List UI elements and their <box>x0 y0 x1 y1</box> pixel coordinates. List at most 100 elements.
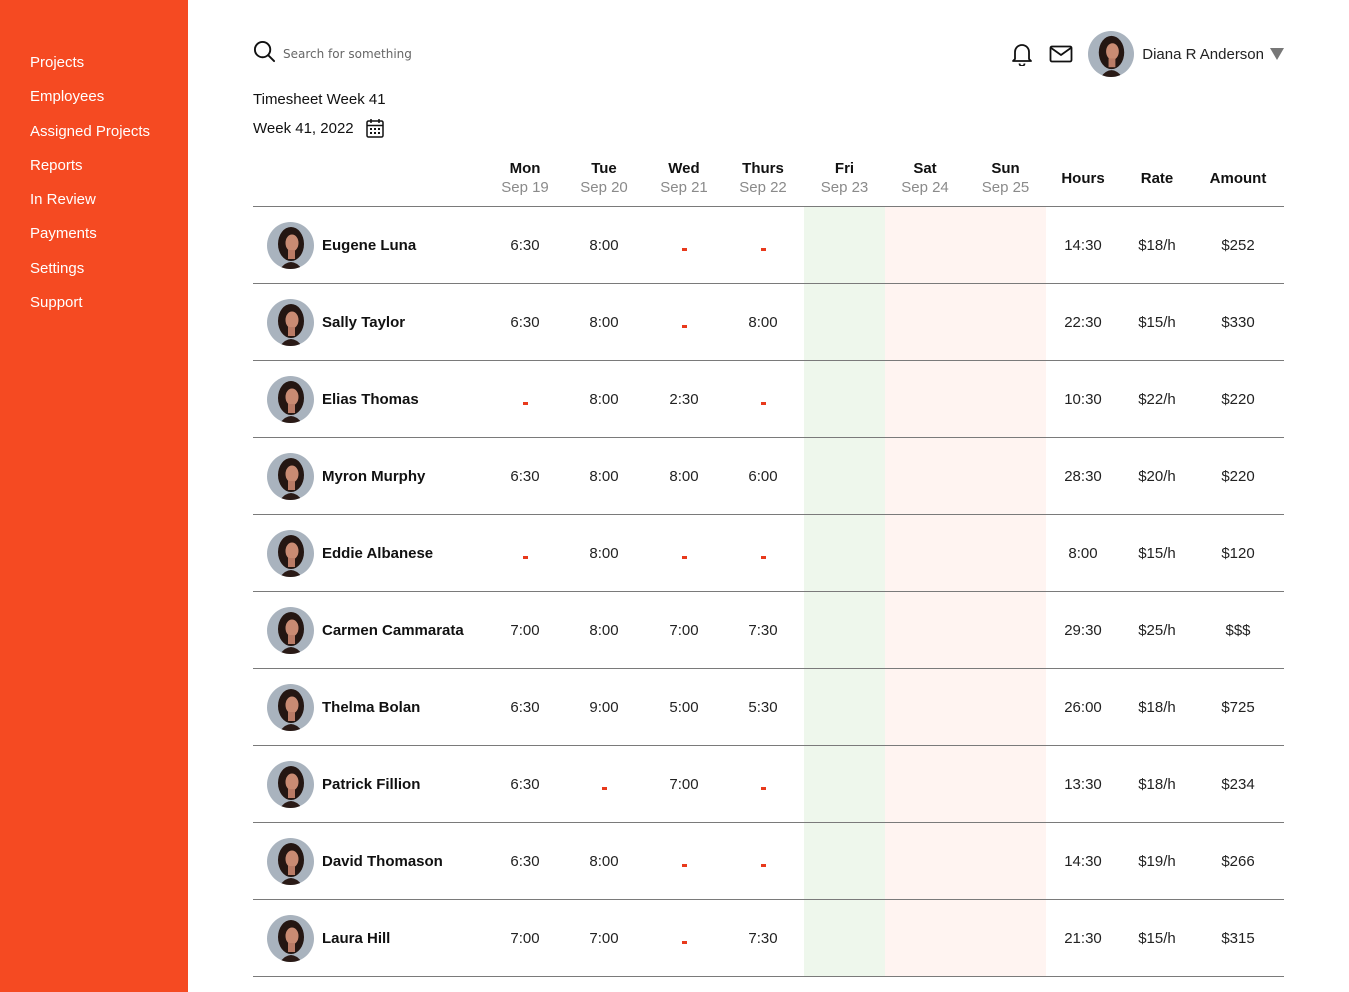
rate-cell: $18/h <box>1120 746 1194 823</box>
table-row[interactable]: David Thomason 6:30 8:00 - - 14:30 $19/h $266 <box>253 823 1284 900</box>
wed-cell[interactable]: - <box>644 207 724 284</box>
employee-name[interactable]: Eugene Luna <box>322 207 416 284</box>
wed-cell[interactable]: 2:30 <box>644 361 724 438</box>
empty-entry-dash: - <box>760 786 766 790</box>
sidebar-item-payments[interactable]: Payments <box>0 223 188 257</box>
tue-cell[interactable]: 9:00 <box>564 669 644 746</box>
employee-name[interactable]: Laura Hill <box>322 900 390 977</box>
hours-value: 14:30 <box>1064 237 1102 254</box>
mon-value: 6:30 <box>510 468 540 485</box>
tue-cell[interactable]: - <box>564 746 644 823</box>
calendar-icon[interactable] <box>365 118 384 138</box>
table-body: Eugene Luna 6:30 8:00 - - 14:30 $18/h $252 Sally… <box>253 207 1284 977</box>
thu-cell[interactable]: - <box>723 746 803 823</box>
mail-icon[interactable] <box>1048 41 1074 67</box>
employee-name[interactable]: Myron Murphy <box>322 438 425 515</box>
table-row[interactable]: Elias Thomas - 8:00 2:30 - 10:30 $22/h $220 <box>253 361 1284 438</box>
wed-value: 7:00 <box>669 622 699 639</box>
employee-name[interactable]: Carmen Cammarata <box>322 592 464 669</box>
employee-name[interactable]: David Thomason <box>322 823 443 900</box>
tue-cell[interactable]: 8:00 <box>564 592 644 669</box>
wed-cell[interactable]: - <box>644 823 724 900</box>
wed-cell[interactable]: 5:00 <box>644 669 724 746</box>
table-row[interactable]: Laura Hill 7:00 7:00 - 7:30 21:30 $15/h $315 <box>253 900 1284 977</box>
employee-name[interactable]: Patrick Fillion <box>322 746 420 823</box>
wed-value: 8:00 <box>669 468 699 485</box>
mon-cell[interactable]: 6:30 <box>485 669 565 746</box>
mon-cell[interactable]: 6:30 <box>485 746 565 823</box>
wed-cell[interactable]: - <box>644 900 724 977</box>
thu-cell[interactable]: 7:30 <box>723 900 803 977</box>
hours-header-label: Hours <box>1061 169 1105 187</box>
hours-cell: 13:30 <box>1046 746 1120 823</box>
table-row[interactable]: Eugene Luna 6:30 8:00 - - 14:30 $18/h $252 <box>253 207 1284 284</box>
column-header-rate: Rate <box>1120 150 1194 206</box>
search-icon[interactable] <box>253 40 276 68</box>
tue-cell[interactable]: 8:00 <box>564 207 644 284</box>
wed-cell[interactable]: - <box>644 515 724 592</box>
table-row[interactable]: Thelma Bolan 6:30 9:00 5:00 5:30 26:00 $18/h $7… <box>253 669 1284 746</box>
main-content: Diana R Anderson Timesheet Week 41 Week … <box>253 0 1284 992</box>
tue-cell[interactable]: 8:00 <box>564 361 644 438</box>
employee-name[interactable]: Eddie Albanese <box>322 515 433 592</box>
column-header-sun: Sun Sep 25 <box>965 150 1046 206</box>
sidebar-item-in-review[interactable]: In Review <box>0 189 188 223</box>
user-name[interactable]: Diana R Anderson <box>1142 46 1264 63</box>
thu-cell[interactable]: 8:00 <box>723 284 803 361</box>
mon-cell[interactable]: 6:30 <box>485 284 565 361</box>
sidebar-item-assigned-projects[interactable]: Assigned Projects <box>0 121 188 155</box>
chevron-down-icon[interactable] <box>1270 47 1284 61</box>
thu-cell[interactable]: - <box>723 207 803 284</box>
table-row[interactable]: Eddie Albanese - 8:00 - - 8:00 $15/h $120 <box>253 515 1284 592</box>
sidebar-item-employees[interactable]: Employees <box>0 86 188 120</box>
thu-cell[interactable]: 7:30 <box>723 592 803 669</box>
thu-cell[interactable]: - <box>723 361 803 438</box>
thu-cell[interactable]: 6:00 <box>723 438 803 515</box>
sidebar-item-reports[interactable]: Reports <box>0 155 188 189</box>
employee-avatar <box>267 761 314 808</box>
user-avatar[interactable] <box>1088 31 1135 77</box>
tue-cell[interactable]: 8:00 <box>564 823 644 900</box>
table-row[interactable]: Sally Taylor 6:30 8:00 - 8:00 22:30 $15/h $330 <box>253 284 1284 361</box>
sidebar-item-projects[interactable]: Projects <box>0 52 188 86</box>
mon-cell[interactable]: 6:30 <box>485 823 565 900</box>
rate-value: $22/h <box>1138 391 1176 408</box>
search-bar <box>253 40 483 68</box>
rate-value: $15/h <box>1138 314 1176 331</box>
wed-cell[interactable]: - <box>644 284 724 361</box>
sidebar-item-settings[interactable]: Settings <box>0 258 188 292</box>
mon-cell[interactable]: 6:30 <box>485 207 565 284</box>
hours-value: 29:30 <box>1064 622 1102 639</box>
amount-cell: $725 <box>1194 669 1282 746</box>
employee-name[interactable]: Thelma Bolan <box>322 669 420 746</box>
tue-value: 7:00 <box>589 930 619 947</box>
mon-cell[interactable]: - <box>485 515 565 592</box>
table-row[interactable]: Carmen Cammarata 7:00 8:00 7:00 7:30 29:30 $25… <box>253 592 1284 669</box>
search-input[interactable] <box>283 47 483 61</box>
wed-cell[interactable]: 7:00 <box>644 746 724 823</box>
empty-entry-dash: - <box>681 324 687 328</box>
thu-cell[interactable]: - <box>723 823 803 900</box>
bell-icon[interactable] <box>1009 41 1035 67</box>
employee-name[interactable]: Sally Taylor <box>322 284 405 361</box>
tue-cell[interactable]: 7:00 <box>564 900 644 977</box>
thu-cell[interactable]: 5:30 <box>723 669 803 746</box>
wed-cell[interactable]: 7:00 <box>644 592 724 669</box>
column-header-mon: Mon Sep 19 <box>485 150 565 206</box>
tue-cell[interactable]: 8:00 <box>564 515 644 592</box>
empty-entry-dash: - <box>681 247 687 251</box>
table-row[interactable]: Patrick Fillion 6:30 - 7:00 - 13:30 $18/h $234 <box>253 746 1284 823</box>
sidebar-item-support[interactable]: Support <box>0 292 188 326</box>
mon-cell[interactable]: 7:00 <box>485 900 565 977</box>
mon-cell[interactable]: 7:00 <box>485 592 565 669</box>
mon-cell[interactable]: - <box>485 361 565 438</box>
mon-cell[interactable]: 6:30 <box>485 438 565 515</box>
tue-cell[interactable]: 8:00 <box>564 284 644 361</box>
rate-cell: $15/h <box>1120 900 1194 977</box>
table-row[interactable]: Myron Murphy 6:30 8:00 8:00 6:00 28:30 $20/h $2… <box>253 438 1284 515</box>
wed-cell[interactable]: 8:00 <box>644 438 724 515</box>
hours-value: 22:30 <box>1064 314 1102 331</box>
tue-cell[interactable]: 8:00 <box>564 438 644 515</box>
thu-cell[interactable]: - <box>723 515 803 592</box>
employee-name[interactable]: Elias Thomas <box>322 361 419 438</box>
